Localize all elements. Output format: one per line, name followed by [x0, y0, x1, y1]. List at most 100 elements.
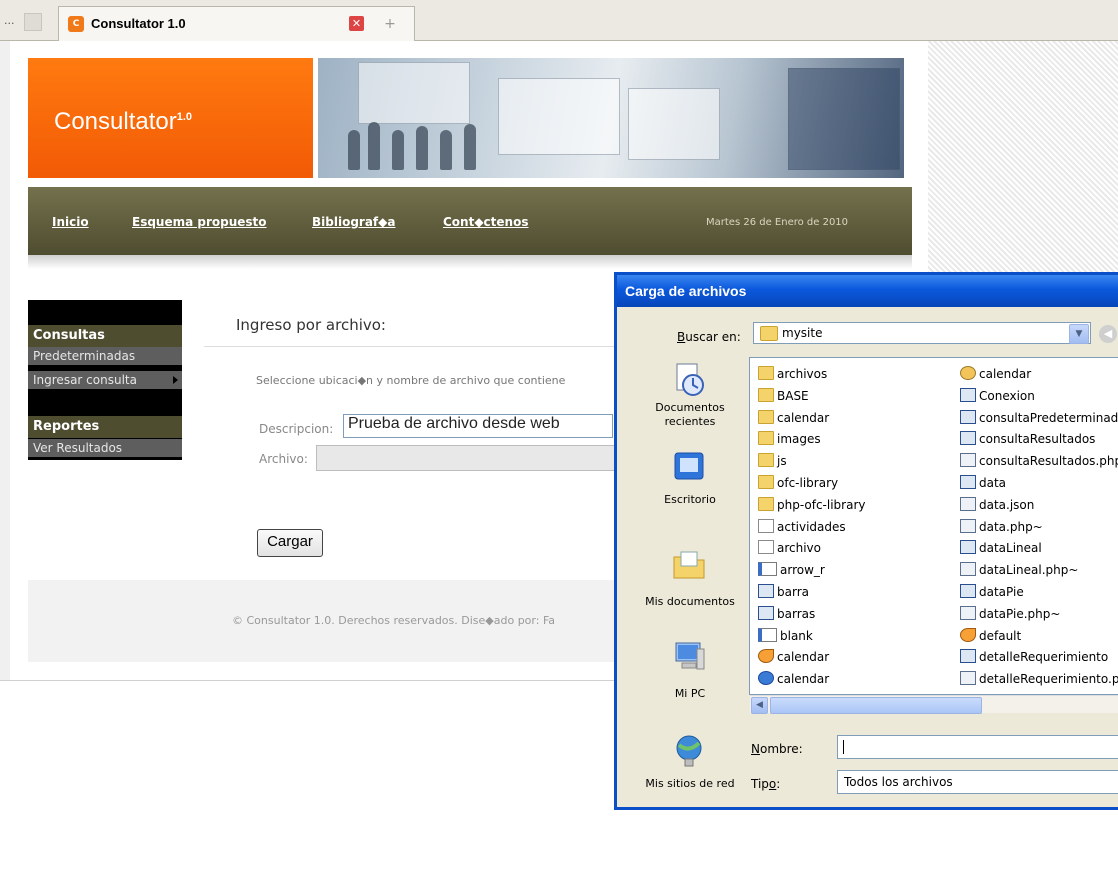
file-list-item[interactable]: detalleRequerimiento.p [960, 669, 1118, 689]
look-in-dropdown[interactable]: mysite ▼ [753, 322, 1091, 344]
main-navigation: Inicio Esquema propuesto Bibliograf◆a Co… [28, 187, 912, 255]
file-list-item[interactable]: dataPie.php~ [960, 604, 1060, 624]
sidebar-item-ingresar-consulta[interactable]: Ingresar consulta [28, 371, 182, 389]
text-file-icon [758, 540, 774, 555]
file-name: images [777, 432, 821, 447]
file-list-item[interactable]: detalleRequerimiento [960, 647, 1108, 667]
nav-bibliografia[interactable]: Bibliograf◆a [312, 215, 395, 229]
places-bar: Documentos recientes Escritorio Mis docu… [633, 357, 747, 797]
chevron-down-icon[interactable]: ▼ [1069, 324, 1089, 344]
site-logo[interactable]: Consultator1.0 [54, 108, 192, 136]
file-name: default [979, 628, 1022, 643]
page-title: Ingreso por archivo: [236, 316, 386, 334]
file-list-item[interactable]: dataLineal [960, 538, 1042, 558]
banner-person [392, 130, 404, 170]
sidebar-item-ver-resultados[interactable]: Ver Resultados [28, 439, 182, 457]
file-list-item[interactable]: consultaResultados.php [960, 451, 1118, 471]
file-list-item[interactable]: BASE [758, 386, 809, 406]
nav-contactenos[interactable]: Cont◆ctenos [443, 215, 528, 229]
file-list-item[interactable]: calendar [758, 647, 829, 667]
filename-input[interactable] [837, 735, 1118, 759]
file-name: js [777, 454, 787, 469]
place-recent-documents[interactable]: Documentos recientes [633, 357, 747, 449]
sidebar-item-predeterminadas[interactable]: Predeterminadas [28, 347, 182, 365]
filetype-label-end: : [776, 777, 781, 791]
file-list-item[interactable]: data.json [960, 495, 1034, 515]
text-caret [843, 740, 844, 754]
description-input[interactable]: Prueba de archivo desde web [343, 414, 613, 438]
file-list-item[interactable]: data [960, 473, 1006, 493]
file-name: BASE [777, 388, 809, 403]
file-list-item[interactable]: consultaPredeterminad [960, 408, 1118, 428]
place-my-computer[interactable]: Mi PC [633, 633, 747, 725]
banner-person [348, 130, 360, 170]
file-list-item[interactable]: consultaResultados [960, 429, 1095, 449]
previous-tab[interactable] [24, 13, 42, 31]
file-list-item[interactable]: dataPie [960, 582, 1024, 602]
file-input[interactable] [316, 445, 616, 471]
look-in-label: Buscar en: [677, 330, 741, 344]
place-label: Escritorio [664, 493, 716, 506]
file-name: dataLineal.php~ [979, 563, 1079, 578]
file-name: data.php~ [979, 519, 1043, 534]
file-list-item[interactable]: default [960, 626, 1021, 646]
header-banner-image [318, 58, 904, 178]
application-file-icon [758, 605, 774, 620]
upload-button[interactable]: Cargar [257, 529, 323, 557]
place-my-documents[interactable]: Mis documentos [633, 541, 747, 633]
back-icon[interactable]: ◀ [1099, 325, 1117, 343]
file-list-item[interactable]: archivos [758, 364, 827, 384]
place-network-places[interactable]: Mis sitios de red [633, 725, 747, 797]
file-list-item[interactable]: php-ofc-library [758, 495, 866, 515]
filetype-dropdown[interactable]: Todos los archivos [837, 770, 1118, 794]
look-in-hotkey: B [677, 330, 686, 344]
file-list-item[interactable]: data.php~ [960, 517, 1043, 537]
file-list-item[interactable]: archivo [758, 538, 821, 558]
file-list-item[interactable]: barras [758, 604, 815, 624]
filetype-label: Tipo: [751, 777, 780, 791]
file-list-item[interactable]: blank [758, 626, 813, 646]
horizontal-scrollbar[interactable]: ◀ [750, 695, 1118, 714]
application-file-icon [960, 649, 976, 664]
tab-consultator[interactable]: C Consultator 1.0 ✕ + [58, 6, 415, 41]
new-tab-icon[interactable]: + [377, 13, 403, 35]
dialog-titlebar[interactable]: Carga de archivos [617, 275, 1118, 307]
file-list-item[interactable]: arrow_r [758, 560, 825, 580]
scrollbar-thumb[interactable] [770, 697, 982, 714]
file-label: Archivo: [259, 452, 308, 466]
file-list[interactable]: archivos BASE calendar images js ofc-library p… [749, 357, 1118, 695]
image-file-icon [758, 562, 777, 577]
network-places-icon [676, 735, 702, 767]
file-list-item[interactable]: calendar [758, 408, 829, 428]
folder-icon [758, 366, 774, 380]
file-name: detalleRequerimiento.p [979, 672, 1118, 687]
place-label: Mis sitios de red [645, 777, 735, 790]
folder-icon [758, 387, 774, 402]
sidebar-section-reportes: Reportes [28, 416, 182, 438]
file-list-item[interactable]: dataLineal.php~ [960, 560, 1078, 580]
file-name: dataLineal [979, 541, 1042, 556]
file-list-item[interactable]: images [758, 429, 821, 449]
file-list-item[interactable]: calendar [960, 364, 1031, 384]
file-name: calendar [777, 410, 830, 425]
web-file-icon [960, 671, 976, 686]
application-file-icon [960, 475, 976, 489]
desktop-icon [674, 452, 704, 480]
banner-person [416, 126, 428, 170]
file-list-item[interactable]: js [758, 451, 787, 471]
scroll-left-icon[interactable]: ◀ [751, 697, 768, 714]
file-list-item[interactable]: barra [758, 582, 809, 602]
look-in-value: mysite [782, 326, 823, 340]
nav-inicio[interactable]: Inicio [52, 215, 89, 229]
filename-label: Nombre: [751, 742, 803, 756]
file-upload-dialog: Carga de archivos Buscar en: mysite ▼ ◀ … [614, 272, 1118, 810]
footer-copyright: © Consultator 1.0. Derechos reservados. … [232, 614, 555, 627]
nav-esquema-propuesto[interactable]: Esquema propuesto [132, 215, 267, 229]
file-list-item[interactable]: actividades [758, 517, 846, 537]
close-tab-icon[interactable]: ✕ [349, 16, 364, 31]
file-list-item[interactable]: Conexion [960, 386, 1035, 406]
file-list-item[interactable]: ofc-library [758, 473, 838, 493]
place-desktop[interactable]: Escritorio [633, 449, 747, 541]
tab-overflow-indicator[interactable]: ... [4, 14, 15, 27]
file-list-item[interactable]: calendar [758, 669, 829, 689]
